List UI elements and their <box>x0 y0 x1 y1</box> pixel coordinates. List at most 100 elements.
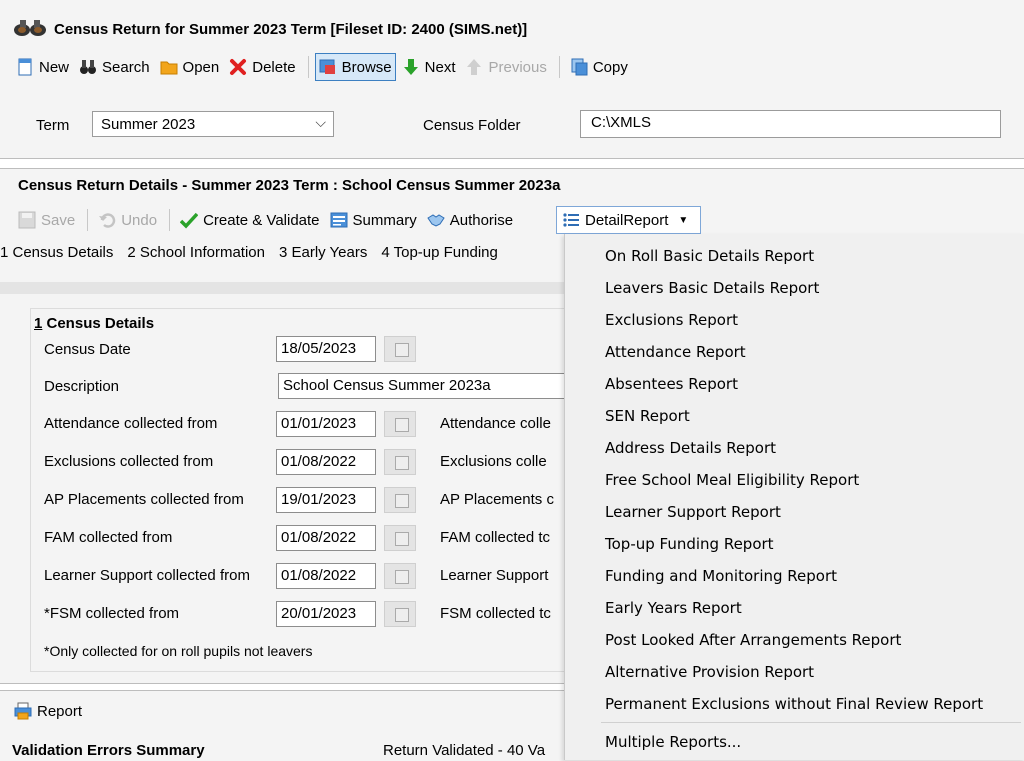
calendar-icon <box>395 456 409 470</box>
copy-icon <box>571 58 588 76</box>
census-date-field[interactable]: 18/05/2023 <box>276 336 376 362</box>
toolbar-separator <box>87 209 89 231</box>
census-folder-input[interactable]: C:\XMLS <box>580 110 1001 138</box>
calendar-icon <box>395 608 409 622</box>
checkmark-icon <box>180 212 199 229</box>
open-button[interactable]: Open <box>156 54 224 80</box>
fsm-from-field[interactable]: 20/01/2023 <box>276 601 376 627</box>
calendar-icon <box>395 570 409 584</box>
exclusions-from-field[interactable]: 01/08/2022 <box>276 449 376 475</box>
menu-item-funding-monitoring[interactable]: Funding and Monitoring Report <box>605 567 837 585</box>
search-button[interactable]: Search <box>75 54 154 80</box>
next-button[interactable]: Next <box>398 54 460 80</box>
ap-placements-calendar-button[interactable] <box>384 487 416 513</box>
handshake-icon <box>427 214 445 227</box>
learner-support-from-label: Learner Support collected from <box>44 567 250 584</box>
section-heading-text: Census Details <box>42 315 155 332</box>
list-icon <box>563 213 579 227</box>
up-arrow-icon <box>467 59 482 75</box>
delete-label: Delete <box>252 58 296 76</box>
validation-status: Return Validated - 40 Va <box>383 742 546 759</box>
description-label: Description <box>44 378 120 395</box>
menu-item-exclusions[interactable]: Exclusions Report <box>605 311 738 329</box>
browse-icon <box>319 59 335 74</box>
menu-item-leavers-basic-details[interactable]: Leavers Basic Details Report <box>605 279 819 297</box>
new-document-icon <box>18 58 32 76</box>
binoculars-icon <box>14 20 46 36</box>
window-title: Census Return for Summer 2023 Term [File… <box>54 21 528 38</box>
learner-support-calendar-button[interactable] <box>384 563 416 589</box>
census-date-calendar-button[interactable] <box>384 336 416 362</box>
previous-label: Previous <box>488 58 547 76</box>
undo-button[interactable]: Undo <box>94 207 161 233</box>
menu-item-top-up-funding[interactable]: Top-up Funding Report <box>605 535 774 553</box>
menu-item-early-years[interactable]: Early Years Report <box>605 599 742 617</box>
validation-title: Validation Errors Summary <box>12 742 205 759</box>
learner-support-to-label: Learner Support <box>440 567 549 584</box>
open-label: Open <box>182 58 220 76</box>
toolbar-separator <box>558 56 560 78</box>
calendar-icon <box>395 494 409 508</box>
detail-report-label: DetailReport <box>585 211 669 229</box>
census-folder-label: Census Folder <box>423 117 521 134</box>
tab-school-information[interactable]: 2 School Information <box>127 244 265 261</box>
summary-button[interactable]: Summary <box>326 207 421 233</box>
menu-item-address-details[interactable]: Address Details Report <box>605 439 776 457</box>
footnote: *Only collected for on roll pupils not l… <box>44 643 313 659</box>
authorise-label: Authorise <box>449 211 514 229</box>
term-value: Summer 2023 <box>101 116 196 133</box>
red-x-icon <box>230 59 247 75</box>
folder-icon <box>160 61 178 75</box>
tab-early-years[interactable]: 3 Early Years <box>279 244 367 261</box>
description-field[interactable]: School Census Summer 2023a <box>278 373 566 399</box>
calendar-icon <box>395 343 409 357</box>
authorise-button[interactable]: Authorise <box>423 207 517 233</box>
detail-report-button[interactable]: DetailReport ▼ <box>556 206 701 234</box>
save-label: Save <box>41 211 76 229</box>
menu-item-permanent-exclusions[interactable]: Permanent Exclusions without Final Revie… <box>605 695 983 713</box>
fsm-from-label: *FSM collected from <box>44 605 180 622</box>
dropdown-arrow-icon: ▼ <box>678 214 689 226</box>
calendar-icon <box>395 532 409 546</box>
copy-button[interactable]: Copy <box>566 54 632 80</box>
toolbar-separator <box>307 56 309 78</box>
undo-icon <box>99 213 116 228</box>
fam-from-field[interactable]: 01/08/2022 <box>276 525 376 551</box>
calendar-icon <box>395 418 409 432</box>
learner-support-from-field[interactable]: 01/08/2022 <box>276 563 376 589</box>
menu-item-on-roll-basic-details[interactable]: On Roll Basic Details Report <box>605 247 814 265</box>
search-label: Search <box>102 58 150 76</box>
census-date-label: Census Date <box>44 341 131 358</box>
menu-separator <box>601 722 1021 723</box>
menu-item-learner-support[interactable]: Learner Support Report <box>605 503 781 521</box>
exclusions-calendar-button[interactable] <box>384 449 416 475</box>
menu-item-alternative-provision[interactable]: Alternative Provision Report <box>605 663 814 681</box>
tab-top-up-funding[interactable]: 4 Top-up Funding <box>381 244 497 261</box>
term-select[interactable]: Summer 2023 ⌵ <box>92 111 334 137</box>
tab-census-details[interactable]: 1 Census Details <box>0 244 113 261</box>
report-button[interactable]: Report <box>14 702 82 720</box>
create-validate-button[interactable]: Create & Validate <box>176 207 323 233</box>
details-title: Census Return Details - Summer 2023 Term… <box>18 177 561 194</box>
ap-placements-from-field[interactable]: 19/01/2023 <box>276 487 376 513</box>
save-button[interactable]: Save <box>14 207 79 233</box>
browse-button[interactable]: Browse <box>314 53 396 81</box>
new-button[interactable]: New <box>12 54 73 80</box>
ap-placements-from-label: AP Placements collected from <box>44 491 244 508</box>
save-icon <box>18 211 36 229</box>
fam-to-label: FAM collected tc <box>440 529 551 546</box>
menu-item-attendance[interactable]: Attendance Report <box>605 343 746 361</box>
menu-item-sen[interactable]: SEN Report <box>605 407 690 425</box>
menu-item-free-school-meal[interactable]: Free School Meal Eligibility Report <box>605 471 859 489</box>
menu-item-multiple-reports[interactable]: Multiple Reports... <box>605 733 741 751</box>
delete-button[interactable]: Delete <box>225 54 299 80</box>
attendance-calendar-button[interactable] <box>384 411 416 437</box>
term-label: Term <box>36 117 70 134</box>
previous-button[interactable]: Previous <box>461 54 550 80</box>
fsm-calendar-button[interactable] <box>384 601 416 627</box>
menu-item-post-looked-after[interactable]: Post Looked After Arrangements Report <box>605 631 901 649</box>
menu-item-absentees[interactable]: Absentees Report <box>605 375 738 393</box>
exclusions-to-label: Exclusions colle <box>440 453 547 470</box>
attendance-from-field[interactable]: 01/01/2023 <box>276 411 376 437</box>
fam-calendar-button[interactable] <box>384 525 416 551</box>
